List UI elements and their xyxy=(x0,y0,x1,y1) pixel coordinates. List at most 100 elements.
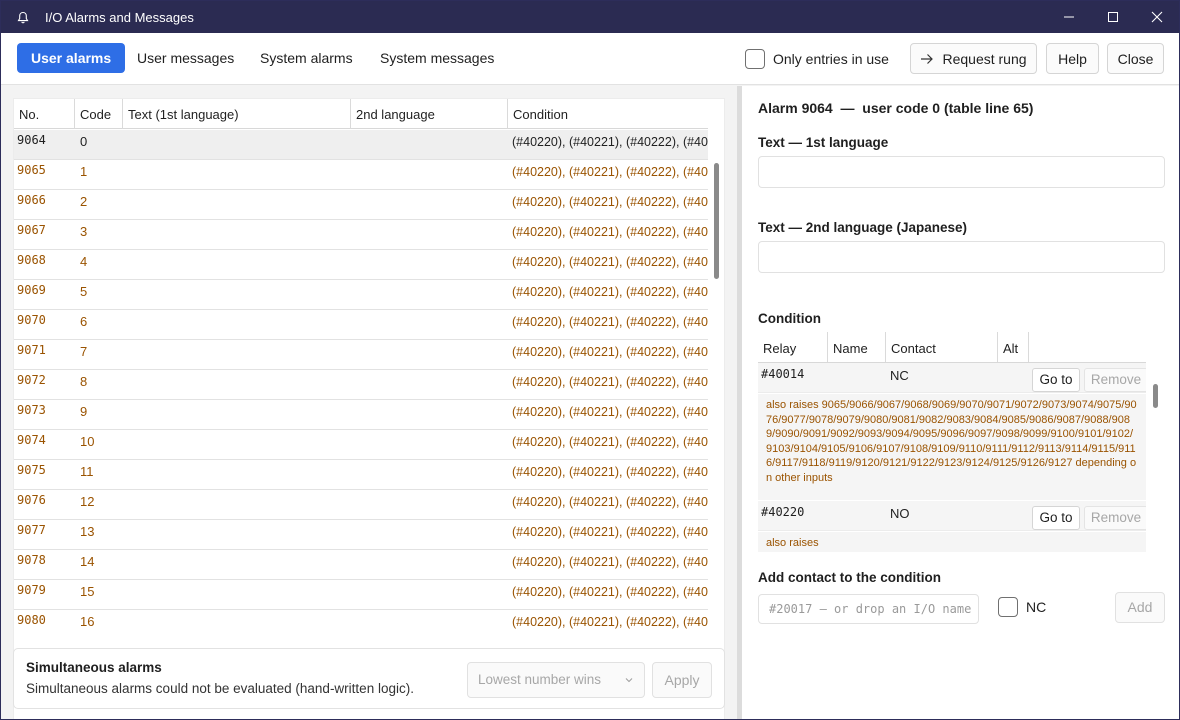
condition-table: Relay Name Contact Alt #40014 NC Go to R… xyxy=(758,332,1146,552)
close-button[interactable]: Close xyxy=(1107,43,1164,74)
cell-code: 1 xyxy=(80,164,88,179)
cell-condition: (#40220), (#40221), (#40222), (#40223) xyxy=(512,315,708,329)
cell-code: 10 xyxy=(80,434,95,449)
cell-no: 9077 xyxy=(17,523,46,537)
cell-no: 9068 xyxy=(17,253,46,267)
maximize-button[interactable] xyxy=(1091,1,1135,33)
alarm-list-panel: No. Code Text (1st language) 2nd languag… xyxy=(1,86,737,719)
cell-code: 7 xyxy=(80,344,88,359)
add-contact-label: Add contact to the condition xyxy=(758,570,941,585)
text1-input[interactable] xyxy=(758,156,1165,188)
column-header-code[interactable]: Code xyxy=(75,99,123,129)
alarm-grid: No. Code Text (1st language) 2nd languag… xyxy=(14,99,708,639)
tab-system-alarms[interactable]: System alarms xyxy=(246,43,367,73)
condition-header-contact[interactable]: Contact xyxy=(886,332,998,362)
table-row[interactable]: 9074 10 (#40220), (#40221), (#40222), (#40… xyxy=(14,430,708,460)
cell-code: 8 xyxy=(80,374,88,389)
table-row[interactable]: 9078 14 (#40220), (#40221), (#40222), (#40… xyxy=(14,550,708,580)
text2-label: Text — 2nd language (Japanese) xyxy=(758,220,968,235)
table-row[interactable]: 9073 9 (#40220), (#40221), (#40222), (#402… xyxy=(14,400,708,430)
minimize-button[interactable] xyxy=(1047,1,1091,33)
condition-header-relay[interactable]: Relay xyxy=(758,332,828,362)
condition-header-name[interactable]: Name xyxy=(828,332,886,362)
condition-row: #40014 NC Go to Remove xyxy=(758,363,1146,393)
minimize-icon xyxy=(1064,16,1074,18)
title-bar: I/O Alarms and Messages xyxy=(1,1,1179,33)
request-rung-button[interactable]: Request rung xyxy=(910,43,1037,74)
alarm-heading: Alarm 9064 — user code 0 (table line 65) xyxy=(758,100,1034,116)
table-row[interactable]: 9077 13 (#40220), (#40221), (#40222), (#40… xyxy=(14,520,708,550)
grid-scrollbar[interactable] xyxy=(714,163,719,279)
cell-condition: (#40220), (#40221), (#40222), (#40223) xyxy=(512,525,708,539)
add-button[interactable]: Add xyxy=(1115,592,1165,623)
condition-scrollbar[interactable] xyxy=(1153,384,1158,408)
table-row[interactable]: 9068 4 (#40220), (#40221), (#40222), (#402… xyxy=(14,250,708,280)
cell-no: 9065 xyxy=(17,163,46,177)
condition-contact: NO xyxy=(890,506,910,521)
tab-user-alarms[interactable]: User alarms xyxy=(17,43,126,73)
bell-icon xyxy=(17,10,31,24)
maximize-icon xyxy=(1108,12,1118,22)
table-row[interactable]: 9069 5 (#40220), (#40221), (#40222), (#402… xyxy=(14,280,708,310)
cell-condition: (#40220), (#40221), (#40222), (#40223) xyxy=(512,495,708,509)
window-title: I/O Alarms and Messages xyxy=(45,9,194,25)
text2-input[interactable] xyxy=(758,241,1165,273)
table-row[interactable]: 9065 1 (#40220), (#40221), (#40222), (#402… xyxy=(14,160,708,190)
goto-button[interactable]: Go to xyxy=(1032,368,1080,392)
only-in-use-checkbox[interactable] xyxy=(745,49,765,69)
help-button[interactable]: Help xyxy=(1046,43,1099,74)
table-row[interactable]: 9067 3 (#40220), (#40221), (#40222), (#402… xyxy=(14,220,708,250)
cell-condition: (#40220), (#40221), (#40222), (#40223) xyxy=(512,435,708,449)
simultaneous-mode-select[interactable]: Lowest number wins xyxy=(467,662,645,698)
cell-code: 14 xyxy=(80,554,95,569)
cell-code: 0 xyxy=(80,134,88,149)
cell-no: 9067 xyxy=(17,223,46,237)
condition-header-alt[interactable]: Alt xyxy=(998,332,1029,362)
chevron-down-icon xyxy=(624,663,634,697)
cell-no: 9070 xyxy=(17,313,46,327)
tab-system-messages[interactable]: System messages xyxy=(366,43,508,73)
simultaneous-title: Simultaneous alarms xyxy=(26,660,162,675)
cell-condition: (#40220), (#40221), (#40222), (#40223) xyxy=(512,345,708,359)
table-row[interactable]: 9079 15 (#40220), (#40221), (#40222), (#40… xyxy=(14,580,708,610)
remove-button[interactable]: Remove xyxy=(1084,368,1146,392)
cell-code: 12 xyxy=(80,494,95,509)
add-contact-input[interactable]: #20017 — or drop an I/O name xyxy=(758,594,979,624)
cell-condition: (#40220), (#40221), (#40222), (#40223) xyxy=(512,195,708,209)
nc-label: NC xyxy=(1026,599,1047,615)
column-header-text2[interactable]: 2nd language xyxy=(351,99,508,129)
cell-condition: (#40220), (#40221), (#40222), (#40223) xyxy=(512,285,708,299)
tab-user-messages[interactable]: User messages xyxy=(123,43,248,73)
condition-row: #40220 NO Go to Remove xyxy=(758,501,1146,531)
cell-code: 4 xyxy=(80,254,88,269)
cell-no: 9064 xyxy=(17,133,46,147)
close-icon xyxy=(1151,11,1163,23)
cell-no: 9074 xyxy=(17,433,46,447)
goto-button[interactable]: Go to xyxy=(1032,506,1080,530)
cell-no: 9079 xyxy=(17,583,46,597)
table-row[interactable]: 9066 2 (#40220), (#40221), (#40222), (#402… xyxy=(14,190,708,220)
table-row[interactable]: 9070 6 (#40220), (#40221), (#40222), (#402… xyxy=(14,310,708,340)
cell-condition: (#40220), (#40221), (#40222), (#40223) xyxy=(512,225,708,239)
remove-button[interactable]: Remove xyxy=(1084,506,1146,530)
table-row[interactable]: 9064 0 (#40220), (#40221), (#40222), (#402… xyxy=(14,130,708,160)
apply-button[interactable]: Apply xyxy=(652,662,712,698)
column-header-no[interactable]: No. xyxy=(14,99,75,129)
table-row[interactable]: 9071 7 (#40220), (#40221), (#40222), (#402… xyxy=(14,340,708,370)
table-row[interactable]: 9080 16 (#40220), (#40221), (#40222), (#40… xyxy=(14,610,708,639)
column-header-condition[interactable]: Condition xyxy=(508,99,708,129)
table-row[interactable]: 9076 12 (#40220), (#40221), (#40222), (#40… xyxy=(14,490,708,520)
cell-no: 9072 xyxy=(17,373,46,387)
close-window-button[interactable] xyxy=(1135,1,1179,33)
alarm-grid-card: No. Code Text (1st language) 2nd languag… xyxy=(13,98,725,719)
table-row[interactable]: 9072 8 (#40220), (#40221), (#40222), (#402… xyxy=(14,370,708,400)
table-row[interactable]: 9075 11 (#40220), (#40221), (#40222), (#40… xyxy=(14,460,708,490)
cell-code: 5 xyxy=(80,284,88,299)
column-header-text1[interactable]: Text (1st language) xyxy=(123,99,351,129)
also-raises-note: also raises xyxy=(758,532,1146,552)
nc-checkbox[interactable] xyxy=(998,597,1018,617)
cell-no: 9075 xyxy=(17,463,46,477)
cell-condition: (#40220), (#40221), (#40222), (#40223) xyxy=(512,375,708,389)
alarm-detail-panel: Alarm 9064 — user code 0 (table line 65)… xyxy=(742,86,1179,719)
request-rung-label: Request rung xyxy=(942,50,1027,67)
